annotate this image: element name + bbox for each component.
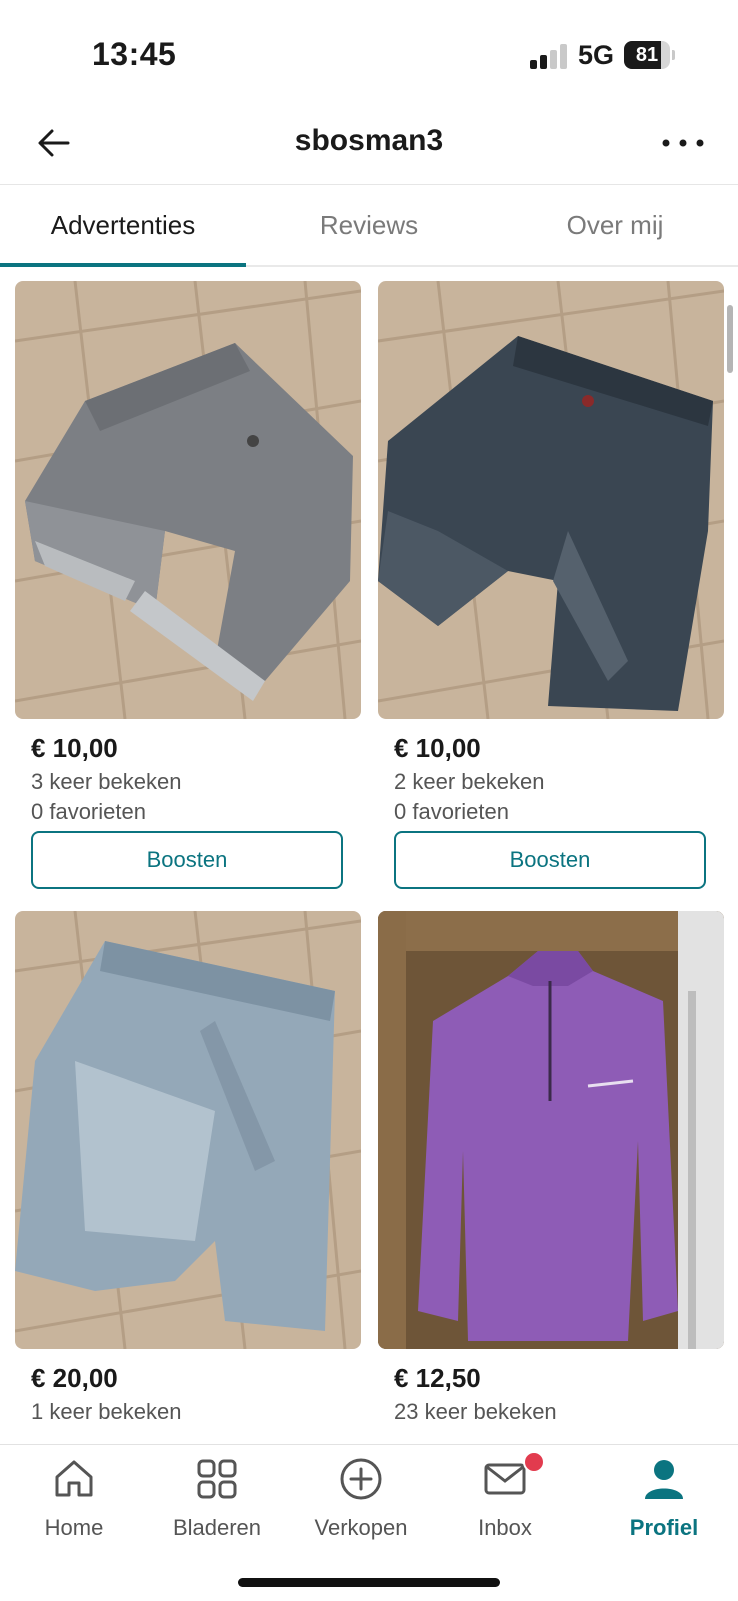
listing-views: 2 keer bekeken (394, 769, 545, 794)
listing-views: 3 keer bekeken (31, 769, 182, 794)
tab-over-mij[interactable]: Over mij (492, 185, 738, 265)
nav-inbox[interactable]: Inbox (431, 1445, 579, 1555)
signal-icon (530, 43, 570, 69)
listing-views: 23 keer bekeken (394, 1399, 557, 1424)
listing-photo-dark-denim-shorts[interactable] (378, 281, 724, 719)
profile-tabs: Advertenties Reviews Over mij (0, 185, 738, 267)
listing-card[interactable]: € 12,50 23 keer bekeken (378, 911, 724, 1445)
nav-home-label: Home (44, 1515, 104, 1540)
network-type: 5G (578, 40, 615, 70)
nav-bladeren[interactable]: Bladeren (143, 1445, 291, 1555)
home-icon (55, 1460, 93, 1497)
listing-card[interactable]: € 10,00 2 keer bekeken 0 favorieten Boos… (378, 281, 724, 901)
grid-icon (197, 1459, 237, 1499)
plus-circle-icon (340, 1458, 382, 1500)
mail-icon (484, 1463, 526, 1495)
listing-favorites: 0 favorieten (31, 799, 146, 824)
page-title: sbosman3 (294, 124, 444, 157)
profile-icon (645, 1460, 683, 1499)
listing-price: € 20,00 (31, 1363, 118, 1393)
listing-favorites: 0 favorieten (394, 799, 509, 824)
listing-price: € 12,50 (394, 1363, 481, 1393)
listing-photo-light-denim-shorts[interactable] (15, 911, 361, 1349)
nav-home[interactable]: Home (0, 1445, 148, 1555)
profile-header: sbosman3 (0, 110, 738, 185)
nav-inbox-label: Inbox (478, 1515, 532, 1540)
home-indicator (238, 1578, 500, 1587)
nav-profiel[interactable]: Profiel (590, 1445, 738, 1555)
notification-badge (523, 1451, 545, 1473)
nav-profiel-label: Profiel (629, 1515, 699, 1540)
more-options-button[interactable] (660, 125, 706, 161)
listing-price: € 10,00 (394, 733, 481, 763)
listings-grid: € 10,00 3 keer bekeken 0 favorieten Boos… (0, 265, 738, 1445)
listing-photo-purple-quarter-zip[interactable] (378, 911, 724, 1349)
tab-reviews[interactable]: Reviews (246, 185, 492, 265)
listing-price: € 10,00 (31, 733, 118, 763)
listing-card[interactable]: € 20,00 1 keer bekeken (15, 911, 361, 1445)
nav-verkopen[interactable]: Verkopen (287, 1445, 435, 1555)
listing-photo-grey-denim-shorts[interactable] (15, 281, 361, 719)
nav-verkopen-label: Verkopen (314, 1515, 408, 1540)
boost-button[interactable]: Boosten (31, 831, 343, 889)
tab-advertenties[interactable]: Advertenties (0, 185, 246, 265)
battery-cap (672, 50, 675, 60)
battery-icon: 81 (624, 41, 670, 69)
scrollbar[interactable] (727, 305, 733, 373)
status-time: 13:45 (92, 36, 177, 72)
listing-views: 1 keer bekeken (31, 1399, 182, 1424)
status-bar: 13:45 5G 81 (0, 0, 738, 110)
more-dots-icon (662, 139, 704, 147)
nav-bladeren-label: Bladeren (172, 1515, 262, 1540)
boost-button[interactable]: Boosten (394, 831, 706, 889)
listing-card[interactable]: € 10,00 3 keer bekeken 0 favorieten Boos… (15, 281, 361, 901)
battery-level: 81 (635, 44, 659, 66)
